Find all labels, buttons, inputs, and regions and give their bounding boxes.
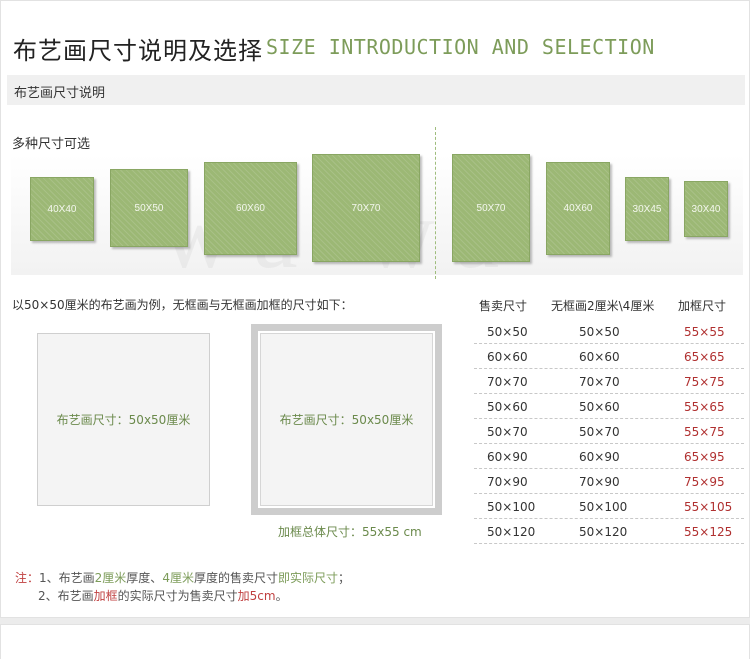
cell-unframed: 50×70 — [579, 425, 620, 439]
cell-sale-size: 50×70 — [487, 425, 528, 439]
note-text: 1、布艺画 — [39, 571, 95, 585]
cell-unframed: 70×90 — [579, 475, 620, 489]
header-unframed: 无框画2厘米\4厘米 — [551, 299, 655, 313]
canvas-60x60: 60X60 — [204, 162, 297, 255]
table-row: 50×100 50×100 55×105 — [474, 494, 744, 519]
table-row: 60×60 60×60 65×65 — [474, 344, 744, 369]
canvas-label: 60X60 — [236, 203, 265, 214]
note-text: 厚度的售卖尺寸 — [193, 571, 278, 585]
next-section-card — [0, 624, 750, 659]
page-title: 布艺画尺寸说明及选择 — [13, 37, 263, 65]
canvas-40x40: 40X40 — [30, 177, 94, 241]
canvas-label: 50X50 — [134, 202, 164, 214]
section-bar-label: 布艺画尺寸说明 — [14, 86, 106, 101]
canvas-label: 70X70 — [351, 202, 381, 214]
note-prefix: 注： — [15, 571, 40, 585]
cell-unframed: 70×70 — [579, 375, 620, 389]
canvas-50x50: 50X50 — [110, 169, 188, 247]
note-text: 。 — [275, 589, 288, 603]
cell-sale-size: 50×120 — [487, 525, 536, 539]
note-highlight: 2厘米 — [94, 571, 127, 585]
canvas-label: 50X70 — [476, 202, 506, 214]
cell-framed: 75×95 — [684, 475, 725, 489]
cell-sale-size: 50×100 — [487, 500, 536, 514]
cell-framed: 55×55 — [684, 325, 725, 339]
canvas-label: 30X45 — [632, 203, 662, 215]
unframed-canvas: 布艺画尺寸：50x50厘米 — [37, 333, 210, 506]
size-note: 注：1、布艺画2厘米厚度、4厘米厚度的售卖尺寸即实际尺寸； 2、布艺画加框的实际… — [15, 569, 350, 605]
cell-framed: 55×75 — [684, 425, 725, 439]
note-line-2: 2、布艺画加框的实际尺寸为售卖尺寸加5cm。 — [15, 587, 350, 605]
cell-sale-size: 70×70 — [487, 375, 528, 389]
note-text: 厚度、 — [126, 571, 163, 585]
framed-canvas: 布艺画尺寸：50x50厘米 — [251, 324, 442, 515]
sizes-label: 多种尺寸可选 — [12, 137, 91, 152]
note-text: 的实际尺寸为售卖尺寸 — [117, 589, 238, 603]
table-row: 50×70 50×70 55×75 — [474, 419, 744, 444]
note-highlight: 即实际尺寸 — [277, 571, 338, 585]
note-highlight: 加框 — [93, 589, 118, 603]
table-row: 50×120 50×120 55×125 — [474, 519, 744, 544]
canvas-30x45: 30X45 — [625, 177, 669, 241]
cell-sale-size: 60×60 — [487, 350, 528, 364]
note-line-1: 注：1、布艺画2厘米厚度、4厘米厚度的售卖尺寸即实际尺寸； — [15, 569, 350, 587]
note-highlight: 4厘米 — [162, 571, 194, 585]
cell-framed: 65×65 — [684, 350, 725, 364]
canvas-30x40: 30X40 — [684, 181, 728, 237]
header-sale-size: 售卖尺寸 — [479, 299, 528, 313]
table-row: 70×90 70×90 75×95 — [474, 469, 744, 494]
cell-unframed: 50×50 — [579, 325, 620, 339]
cell-framed: 55×65 — [684, 400, 725, 414]
table-header: 售卖尺寸 无框画2厘米\4厘米 加框尺寸 — [474, 291, 744, 319]
cell-framed: 65×95 — [684, 450, 725, 464]
canvas-label: 40X60 — [563, 203, 593, 214]
cell-unframed: 60×90 — [579, 450, 620, 464]
size-table: 售卖尺寸 无框画2厘米\4厘米 加框尺寸 50×50 50×50 55×55 60×… — [474, 291, 744, 544]
section-bar: 布艺画尺寸说明 — [7, 75, 745, 105]
cell-unframed: 50×60 — [579, 400, 620, 414]
size-section-card: 布艺画尺寸说明及选择 SIZE INTRODUCTION AND SELECTI… — [0, 0, 750, 618]
example-description: 以50×50厘米的布艺画为例，无框画与无框画加框的尺寸如下： — [12, 298, 353, 312]
cell-unframed: 60×60 — [579, 350, 620, 364]
table-row: 70×70 70×70 75×75 — [474, 369, 744, 394]
framed-size-label: 布艺画尺寸：50x50厘米 — [279, 413, 414, 427]
table-row: 50×50 50×50 55×55 — [474, 319, 744, 344]
cell-sale-size: 70×90 — [487, 475, 528, 489]
canvas-label: 40X40 — [47, 203, 77, 215]
cell-unframed: 50×120 — [579, 525, 628, 539]
canvas-50x70: 50X70 — [452, 154, 530, 262]
cell-framed: 55×105 — [684, 500, 733, 514]
cell-framed: 75×75 — [684, 375, 725, 389]
canvas-40x60: 40X60 — [546, 162, 610, 255]
table-row: 60×90 60×90 65×95 — [474, 444, 744, 469]
cell-sale-size: 50×50 — [487, 325, 528, 339]
framed-total-size: 加框总体尺寸：55x55 cm — [278, 525, 422, 539]
framed-canvas-inner: 布艺画尺寸：50x50厘米 — [260, 333, 433, 506]
header-framed: 加框尺寸 — [678, 299, 727, 313]
note-text: ； — [337, 571, 350, 585]
unframed-size-label: 布艺画尺寸：50x50厘米 — [56, 413, 191, 427]
note-text: 2、布艺画 — [38, 589, 94, 603]
canvas-label: 30X40 — [691, 203, 721, 215]
cell-sale-size: 50×60 — [487, 400, 528, 414]
note-highlight: 加5cm — [237, 589, 276, 603]
canvas-70x70: 70X70 — [312, 154, 420, 262]
table-row: 50×60 50×60 55×65 — [474, 394, 744, 419]
cell-sale-size: 60×90 — [487, 450, 528, 464]
cell-framed: 55×125 — [684, 525, 733, 539]
page-title-en: SIZE INTRODUCTION AND SELECTION — [266, 35, 655, 59]
gallery-divider — [435, 127, 436, 279]
cell-unframed: 50×100 — [579, 500, 628, 514]
